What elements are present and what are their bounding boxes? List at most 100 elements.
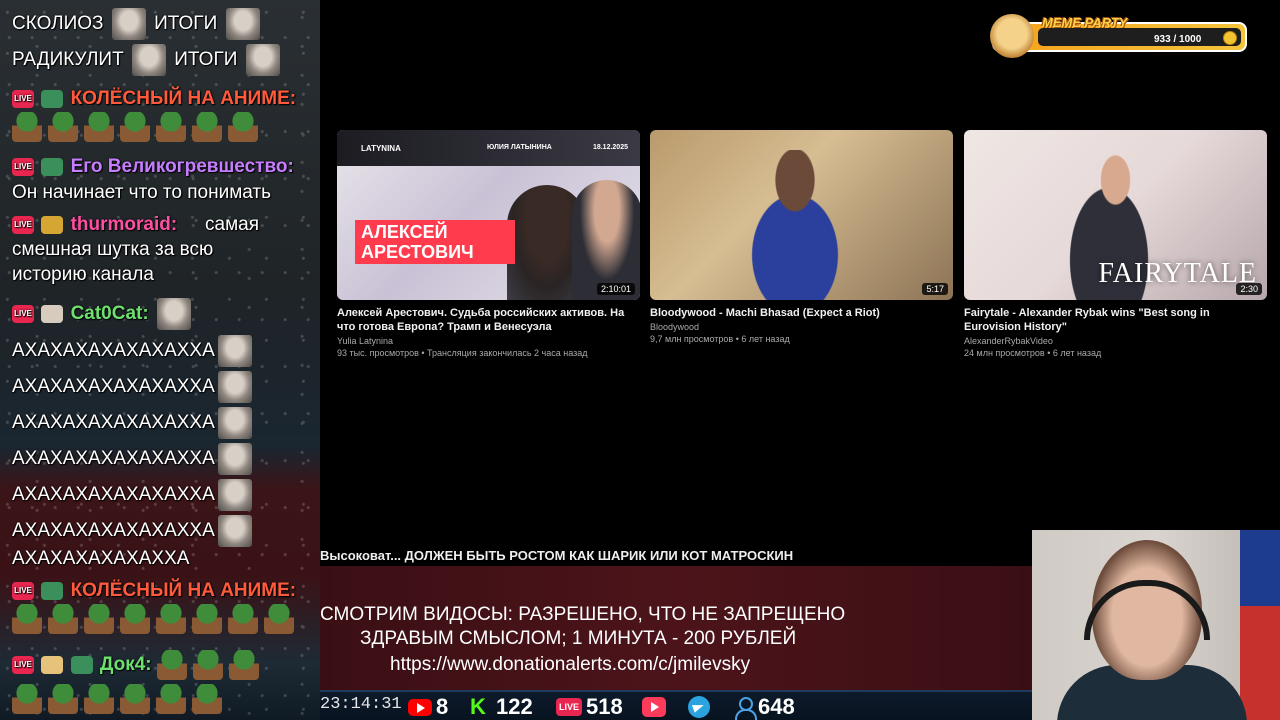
chat-text-line: историю канала (12, 264, 154, 285)
pepe-emote-icon (228, 112, 258, 142)
info-line: СМОТРИМ ВИДОСЫ: РАЗРЕШЕНО, ЧТО НЕ ЗАПРЕЩ… (320, 604, 846, 625)
chat-username[interactable]: КОЛЁСНЫЙ НА АНИМЕ: (71, 88, 297, 109)
pepe-emote-icon (228, 604, 258, 634)
video-title[interactable]: Fairytale - Alexander Rybak wins "Best s… (964, 306, 1267, 334)
chat-message: LIVE Док4: (12, 650, 314, 680)
doge-icon (990, 14, 1034, 58)
cat-badge-icon (41, 305, 64, 323)
video-thumbnail[interactable]: 5:17 (650, 130, 953, 300)
live-badge-icon: LIVE (12, 157, 34, 176)
chat-username[interactable]: КОЛЁСНЫЙ НА АНИМЕ: (71, 580, 297, 601)
pepe-emote-icon (120, 684, 150, 714)
rutube-icon (642, 697, 666, 717)
chat-message: АХАХАХАХАХАХАХХА (12, 443, 314, 475)
live-icon: LIVE (556, 698, 582, 716)
info-line: ЗДРАВЫМ СМЫСЛОМ; 1 МИНУТА - 200 РУБЛЕЙ (360, 628, 797, 649)
pepe-emote-icon (192, 604, 222, 634)
chat-text: ИТОГИ (174, 49, 238, 71)
chat-text: АХАХАХАХАХАХАХХА (12, 376, 215, 398)
chat-text-line: Он начинает что то понимать (12, 180, 314, 205)
emote-face-icon (217, 335, 252, 367)
globe-badge-icon (41, 89, 64, 108)
chat-text: РАДИКУЛИТ (12, 49, 124, 71)
total-viewers-count: 648 (758, 694, 795, 719)
user-icon (734, 696, 757, 720)
telegram-link (688, 696, 710, 718)
pepe-emote-icon (228, 650, 259, 680)
thumbnail-brand: LATYNINA (361, 144, 401, 153)
video-duration: 2:10:01 (596, 283, 635, 295)
youtube-viewers: 8 (408, 694, 449, 719)
video-card[interactable]: LATYNINA ЮЛИЯ ЛАТЫНИНА 18.12.2025 АЛЕКСЕ… (337, 130, 640, 358)
telegram-icon (688, 696, 710, 718)
chat-message: АХАХАХАХАХАХАХХА (12, 371, 314, 403)
chat-username[interactable]: Его Великогревшество: (71, 156, 294, 177)
live-count: 518 (586, 694, 623, 719)
emote-face-icon (217, 479, 252, 511)
kick-viewers: K 122 (470, 694, 533, 719)
chat-text: АХАХАХАХАХАХАХХА (12, 340, 215, 362)
chat-emote-row (12, 684, 314, 714)
video-meta: 9,7 млн просмотров • 6 лет назад (650, 334, 790, 344)
pepe-emote-icon (120, 604, 150, 634)
chat-text: самая (205, 214, 259, 235)
pepe-emote-icon (156, 650, 187, 680)
chat-emote-row (12, 112, 314, 142)
chat-message: РАДИКУЛИТ ИТОГИ (12, 44, 314, 76)
chat-text: ИТОГИ (154, 13, 218, 35)
pepe-emote-icon (84, 604, 114, 634)
live-badge-icon: LIVE (12, 656, 34, 674)
chat-message: АХАХАХАХАХАХАХХА (12, 479, 314, 511)
pepe-emote-icon (48, 684, 78, 714)
pepe-emote-icon (192, 112, 222, 142)
pepe-emote-icon (84, 684, 114, 714)
chat-text: АХАХАХАХАХАХАХХА (12, 412, 215, 434)
video-duration: 2:30 (1236, 283, 1262, 295)
emote-face-icon (156, 298, 191, 330)
youtube-count: 8 (436, 694, 449, 719)
pepe-emote-icon (48, 604, 78, 634)
clock: 23:14:31 (320, 695, 402, 714)
live-badge-icon: LIVE (12, 89, 34, 108)
thumbnail-title: FAIRYTALE (1098, 258, 1257, 289)
video-duration: 5:17 (922, 283, 948, 295)
coin-icon (1223, 31, 1237, 45)
webcam-feed (1032, 530, 1280, 720)
thumbnail-host: ЮЛИЯ ЛАТЫНИНА (487, 144, 552, 151)
thumbnail-person (720, 150, 870, 300)
pepe-emote-icon (12, 684, 42, 714)
pepe-emote-icon (156, 604, 186, 634)
video-channel[interactable]: AlexanderRybakVideo (964, 336, 1267, 346)
video-channel[interactable]: Yulia Latynina (337, 336, 640, 346)
live-badge-icon: LIVE (12, 305, 34, 323)
video-title[interactable]: Bloodywood - Machi Bhasad (Expect a Riot… (650, 306, 953, 320)
chat-message: СКОЛИОЗ ИТОГИ (12, 8, 314, 40)
total-viewers: 648 (734, 694, 795, 720)
pepe-emote-icon (192, 650, 223, 680)
chat-text: Он начинает что то понимать (12, 182, 272, 203)
kick-count: 122 (496, 694, 533, 719)
chat-username[interactable]: Cat0Cat: (71, 303, 149, 324)
chat-text: АХАХАХАХАХАХАХХА (12, 520, 215, 542)
video-thumbnail[interactable]: LATYNINA ЮЛИЯ ЛАТЫНИНА 18.12.2025 АЛЕКСЕ… (337, 130, 640, 300)
chat-message: АХАХАХАХАХАХАХХА (12, 407, 314, 439)
globe-badge-icon (41, 157, 64, 176)
video-meta: 93 тыс. просмотров • Трансляция закончил… (337, 348, 588, 358)
info-panel: СМОТРИМ ВИДОСЫ: РАЗРЕШЕНО, ЧТО НЕ ЗАПРЕЩ… (320, 566, 1032, 690)
meme-party-progress-widget: MEME PARTY 933 / 1000 (990, 14, 1247, 58)
chat-text: АХАХАХАХАХАХАХХА (12, 484, 215, 506)
pepe-emote-icon (12, 112, 42, 142)
chat-message: АХАХАХАХАХАХАХХА (12, 515, 314, 547)
chat-text: АХАХАХАХАХАХХА (12, 548, 190, 569)
chat-text: СКОЛИОЗ (12, 13, 104, 35)
video-card[interactable]: FAIRYTALE 2:30 Fairytale - Alexander Ryb… (964, 130, 1267, 358)
donation-link[interactable]: https://www.donationalerts.com/c/jmilevs… (390, 654, 750, 676)
video-title[interactable]: Алексей Арестович. Судьба российских акт… (337, 306, 640, 334)
beer-badge-icon (41, 656, 64, 674)
video-thumbnail[interactable]: FAIRYTALE 2:30 (964, 130, 1267, 300)
pepe-emote-icon (264, 604, 294, 634)
chat-message: LIVE КОЛЁСНЫЙ НА АНИМЕ: (12, 86, 314, 111)
video-channel[interactable]: Bloodywood (650, 322, 953, 332)
chat-username[interactable]: Док4: (100, 654, 152, 675)
video-card[interactable]: 5:17 Bloodywood - Machi Bhasad (Expect a… (650, 130, 953, 344)
